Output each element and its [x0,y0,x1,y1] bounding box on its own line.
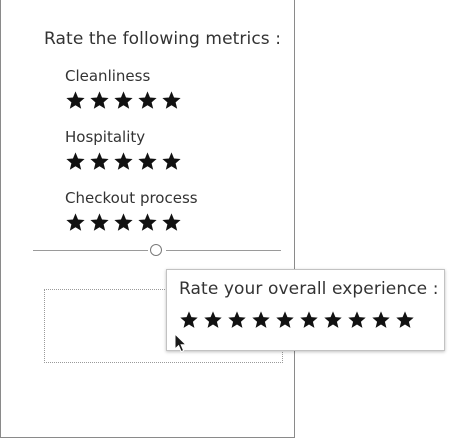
star-icon[interactable] [137,151,158,172]
star-rating[interactable] [65,151,182,173]
star-icon[interactable] [137,212,158,233]
metric-label: Checkout process [65,189,198,207]
dragged-question-card[interactable]: Rate your overall experience : [166,269,445,351]
metric-cleanliness: Cleanliness [65,67,182,112]
star-icon[interactable] [347,310,367,330]
star-icon[interactable] [137,90,158,111]
star-icon[interactable] [113,90,134,111]
star-icon[interactable] [89,151,110,172]
star-icon[interactable] [113,151,134,172]
star-icon[interactable] [179,310,199,330]
star-icon[interactable] [371,310,391,330]
star-icon[interactable] [89,90,110,111]
star-icon[interactable] [251,310,271,330]
star-icon[interactable] [275,310,295,330]
star-icon[interactable] [203,310,223,330]
star-icon[interactable] [65,90,86,111]
star-rating[interactable] [65,90,182,112]
metric-checkout-process: Checkout process [65,189,198,234]
star-icon[interactable] [395,310,415,330]
metric-label: Cleanliness [65,67,151,85]
divider-line-right [166,250,281,251]
metric-hospitality: Hospitality [65,128,182,173]
star-icon[interactable] [65,151,86,172]
star-icon[interactable] [89,212,110,233]
star-icon[interactable] [161,212,182,233]
survey-panel: Rate the following metrics : Cleanliness… [0,0,295,438]
star-icon[interactable] [323,310,343,330]
star-rating[interactable] [179,310,415,330]
metric-label: Hospitality [65,128,146,146]
star-icon[interactable] [161,90,182,111]
star-icon[interactable] [161,151,182,172]
divider-line-left [33,250,148,251]
circle-icon[interactable] [150,244,162,256]
star-icon[interactable] [113,212,134,233]
star-icon[interactable] [227,310,247,330]
star-icon[interactable] [299,310,319,330]
star-icon[interactable] [65,212,86,233]
dragged-question-title: Rate your overall experience : [179,279,439,299]
star-rating[interactable] [65,212,198,234]
arrow-cursor-icon [174,333,188,353]
panel-title: Rate the following metrics : [44,29,282,49]
